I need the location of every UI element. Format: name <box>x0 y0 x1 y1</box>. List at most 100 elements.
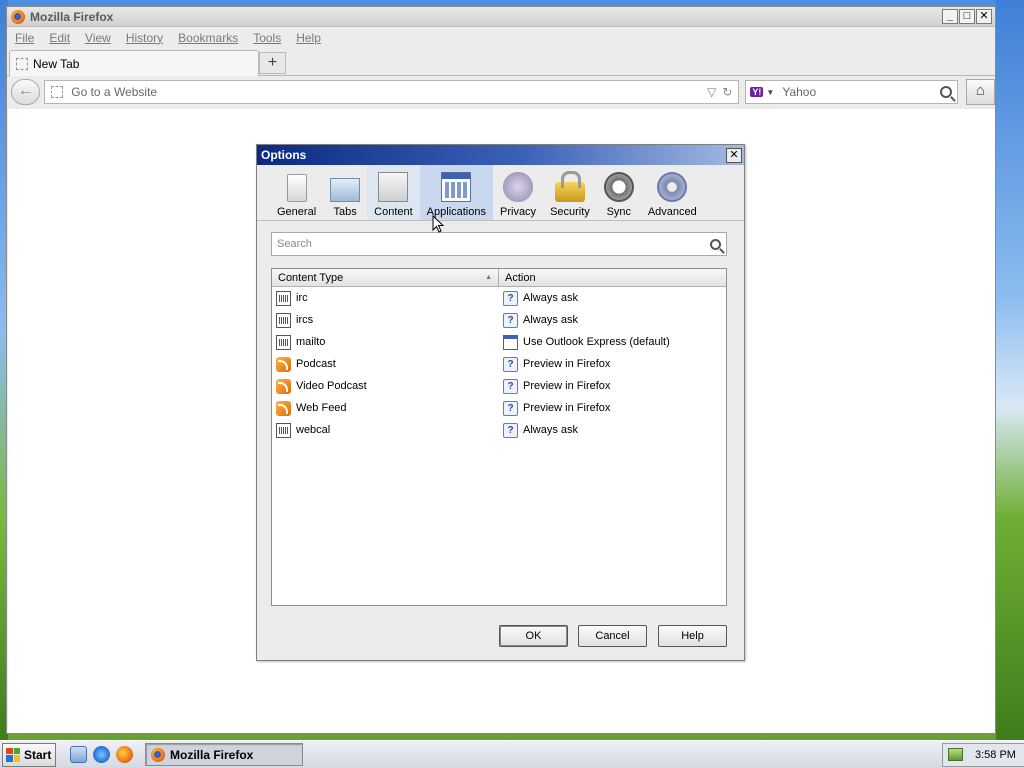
action-cell[interactable]: ? Preview in Firefox <box>499 356 726 372</box>
close-button[interactable]: ✕ <box>976 9 992 24</box>
ask-icon: ? <box>503 378 518 394</box>
search-icon[interactable] <box>939 86 952 98</box>
menu-history[interactable]: History <box>126 31 163 45</box>
action-cell[interactable]: ? Preview in Firefox <box>499 378 726 394</box>
list-header: Content Type ▲ Action <box>272 269 726 287</box>
start-button[interactable]: Start <box>2 742 56 767</box>
action-label: Use Outlook Express (default) <box>523 336 670 348</box>
pane-general[interactable]: General <box>270 165 323 220</box>
history-dropdown-icon[interactable]: ▽ <box>707 85 716 99</box>
yahoo-engine-icon[interactable]: Y! <box>750 87 764 97</box>
windows-flag-icon <box>6 747 20 762</box>
action-cell[interactable]: ? Always ask <box>499 312 726 328</box>
navigation-toolbar: ← Go to a Website ▽ ↻ Y! ▼ Yahoo ⌂ <box>7 76 995 108</box>
list-item[interactable]: Podcast? Preview in Firefox <box>272 353 726 375</box>
privacy-mask-icon <box>503 172 534 202</box>
network-icon[interactable] <box>948 748 963 761</box>
menu-edit[interactable]: Edit <box>49 31 70 45</box>
content-type-label: mailto <box>296 336 326 348</box>
action-cell[interactable]: ? Always ask <box>499 422 726 438</box>
menu-help[interactable]: Help <box>296 31 321 45</box>
pane-applications[interactable]: Applications <box>419 165 493 220</box>
pane-label: Advanced <box>647 206 697 218</box>
list-item[interactable]: Video Podcast? Preview in Firefox <box>272 375 726 397</box>
feed-icon <box>276 400 291 416</box>
applications-search-input[interactable] <box>277 238 710 250</box>
protocol-icon <box>276 312 291 328</box>
tab-strip: New Tab + <box>7 49 995 76</box>
show-desktop-icon[interactable] <box>70 746 87 763</box>
content-type-label: Video Podcast <box>296 380 367 392</box>
minimize-button[interactable]: _ <box>942 9 958 24</box>
reload-icon[interactable]: ↻ <box>722 85 732 99</box>
action-cell[interactable]: Use Outlook Express (default) <box>499 334 726 350</box>
dialog-title: Options <box>261 148 307 162</box>
action-label: Preview in Firefox <box>523 380 611 392</box>
applications-list[interactable]: Content Type ▲ Action irc? Always ask ircs… <box>271 268 727 606</box>
action-cell[interactable]: ? Preview in Firefox <box>499 400 726 416</box>
home-button[interactable]: ⌂ <box>965 79 995 105</box>
pane-tabs[interactable]: Tabs <box>323 165 367 220</box>
firefox-icon[interactable] <box>116 746 133 763</box>
dialog-close-button[interactable]: ✕ <box>726 147 742 163</box>
pane-selector: General Tabs Content Applications Privac… <box>257 165 744 221</box>
list-item[interactable]: irc ? Always ask <box>272 287 726 309</box>
clock[interactable]: 3:58 PM <box>975 749 1016 761</box>
content-type-label: ircs <box>296 314 314 326</box>
maximize-button[interactable]: □ <box>959 9 975 24</box>
content-type-label: irc <box>296 292 308 304</box>
pane-security[interactable]: Security <box>543 165 597 220</box>
applications-search-field[interactable] <box>271 232 727 256</box>
feed-icon <box>276 356 291 372</box>
pane-label: Content <box>374 206 413 218</box>
blank-page-icon <box>16 57 28 70</box>
content-icon <box>378 172 409 202</box>
pane-sync[interactable]: Sync <box>597 165 641 220</box>
action-label: Preview in Firefox <box>523 358 611 370</box>
list-item[interactable]: ircs? Always ask <box>272 309 726 331</box>
cancel-button[interactable]: Cancel <box>578 625 647 647</box>
window-controls: _ □ ✕ <box>942 9 995 24</box>
column-header-action[interactable]: Action <box>499 269 726 286</box>
internet-explorer-icon[interactable] <box>93 746 110 763</box>
ok-button[interactable]: OK <box>499 625 568 647</box>
url-bar[interactable]: Go to a Website ▽ ↻ <box>44 80 740 104</box>
pane-content[interactable]: Content <box>367 165 420 220</box>
menu-tools[interactable]: Tools <box>253 31 281 45</box>
search-bar[interactable]: Y! ▼ Yahoo <box>745 80 958 104</box>
engine-dropdown-icon[interactable]: ▼ <box>766 88 774 97</box>
action-cell[interactable]: ? Always ask <box>499 290 726 306</box>
ask-icon: ? <box>503 356 518 372</box>
ask-icon: ? <box>503 312 518 328</box>
action-label: Always ask <box>523 292 579 304</box>
action-label: Always ask <box>523 314 579 326</box>
menu-view[interactable]: View <box>85 31 111 45</box>
ask-icon: ? <box>503 400 518 416</box>
back-button[interactable]: ← <box>11 79 41 105</box>
action-label: Preview in Firefox <box>523 402 611 414</box>
tab-new-tab[interactable]: New Tab <box>9 50 259 76</box>
list-rows: irc? Always ask ircs? Always ask mailto Use O… <box>272 287 726 441</box>
new-tab-button[interactable]: + <box>259 52 286 74</box>
home-icon: ⌂ <box>975 82 985 99</box>
pane-label: Tabs <box>333 206 357 218</box>
pane-advanced[interactable]: Advanced <box>641 165 704 220</box>
menubar: File Edit View History Bookmarks Tools H… <box>7 27 995 49</box>
content-type-cell: mailto <box>272 334 499 350</box>
menu-file[interactable]: File <box>15 31 34 45</box>
help-button[interactable]: Help <box>658 625 727 647</box>
list-item[interactable]: webcal? Always ask <box>272 419 726 441</box>
column-header-content-type[interactable]: Content Type ▲ <box>272 269 499 286</box>
taskbar: Start Mozilla Firefox 3:58 PM <box>0 740 1024 768</box>
taskbar-button-firefox[interactable]: Mozilla Firefox <box>145 743 303 766</box>
pane-privacy[interactable]: Privacy <box>493 165 543 220</box>
firefox-logo-icon <box>151 747 165 762</box>
menu-bookmarks[interactable]: Bookmarks <box>178 31 238 45</box>
list-item[interactable]: Web Feed? Preview in Firefox <box>272 397 726 419</box>
list-item[interactable]: mailto Use Outlook Express (default) <box>272 331 726 353</box>
dialog-titlebar[interactable]: Options ✕ <box>257 145 744 165</box>
search-icon <box>710 238 721 250</box>
action-label: Always ask <box>523 424 579 436</box>
window-titlebar[interactable]: Mozilla Firefox _ □ ✕ <box>7 7 995 27</box>
protocol-icon <box>276 422 291 438</box>
